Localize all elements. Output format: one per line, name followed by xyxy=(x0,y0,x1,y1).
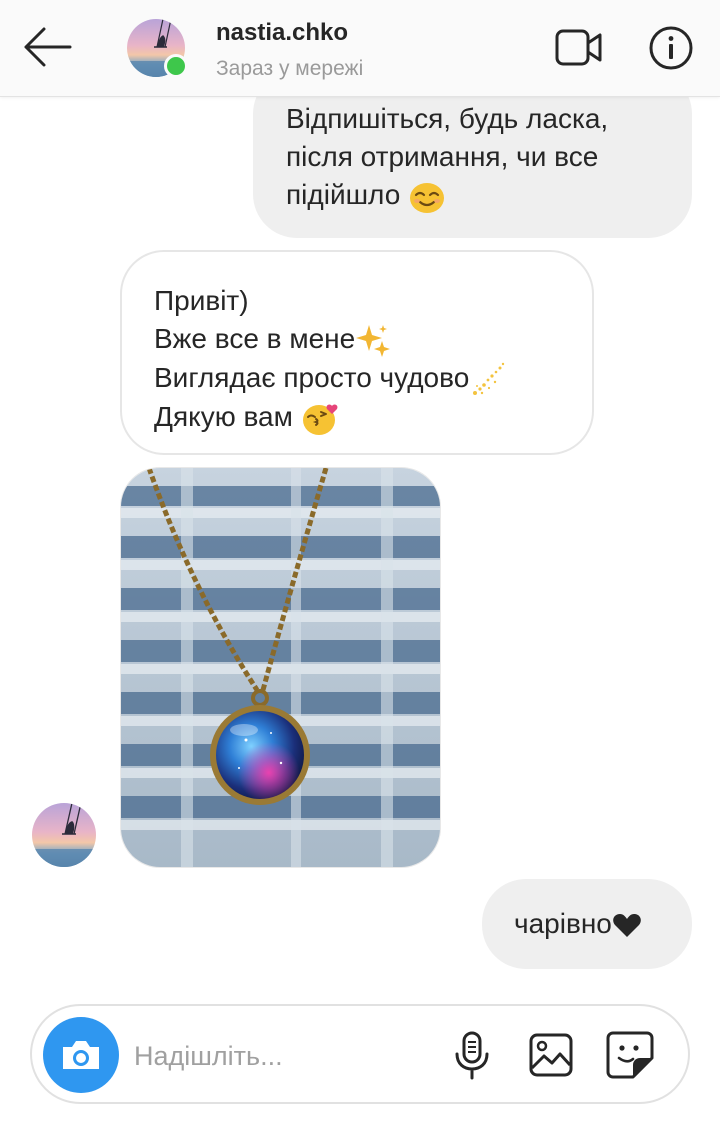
camera-icon xyxy=(63,1041,99,1069)
message-line: після отримання, чи все xyxy=(286,141,599,172)
sticker-icon xyxy=(606,1031,654,1079)
sticker-button[interactable] xyxy=(605,1030,655,1080)
shooting-star-emoji xyxy=(469,360,507,398)
smiling-face-emoji xyxy=(408,180,446,214)
sender-avatar[interactable] xyxy=(32,803,96,867)
camera-button[interactable] xyxy=(43,1017,119,1093)
kissing-face-emoji xyxy=(301,401,341,437)
black-heart-emoji xyxy=(612,913,642,939)
avatar-image xyxy=(32,803,96,867)
microphone-icon xyxy=(455,1031,489,1080)
message-line-text: Дякую вам xyxy=(154,401,293,433)
info-button[interactable] xyxy=(648,25,694,71)
message-composer xyxy=(30,1004,690,1104)
message-line: Привіт) xyxy=(154,285,249,316)
message-line-text: Виглядає просто чудово xyxy=(154,361,470,393)
arrow-left-icon xyxy=(24,27,72,67)
video-call-button[interactable] xyxy=(554,27,604,69)
sparkles-emoji xyxy=(355,323,391,359)
swing-silhouette-icon xyxy=(32,803,96,867)
message-input[interactable] xyxy=(132,1032,426,1080)
online-indicator xyxy=(164,54,188,78)
chat-header: nastia.chko Зараз у мережі xyxy=(0,0,720,97)
message-line: підійшло xyxy=(286,176,662,214)
contact-avatar[interactable] xyxy=(127,19,188,78)
contact-username[interactable]: nastia.chko xyxy=(216,19,348,47)
voice-message-button[interactable] xyxy=(452,1030,492,1082)
outgoing-message[interactable]: чарівно xyxy=(482,879,692,969)
gallery-button[interactable] xyxy=(528,1032,574,1078)
info-icon xyxy=(649,26,693,70)
galaxy-pendant-necklace-photo xyxy=(121,468,440,867)
contact-status: Зараз у мережі xyxy=(216,57,364,80)
incoming-message[interactable]: Привіт) Вже все в мене Виглядає просто ч… xyxy=(120,250,594,455)
message-line: Відпишіться, будь ласка, xyxy=(286,103,609,134)
message-line: Виглядає просто чудово xyxy=(154,359,572,399)
message-line: Дякую вам xyxy=(154,398,572,437)
message-text: чарівно xyxy=(514,908,612,939)
video-call-icon xyxy=(555,29,602,66)
message-line-text: підійшло xyxy=(286,179,401,210)
message-line: Вже все в мене xyxy=(154,320,572,359)
gallery-icon xyxy=(529,1033,573,1077)
photo-message[interactable] xyxy=(120,467,441,868)
back-button[interactable] xyxy=(18,22,78,72)
message-line-text: Вже все в мене xyxy=(154,323,356,354)
